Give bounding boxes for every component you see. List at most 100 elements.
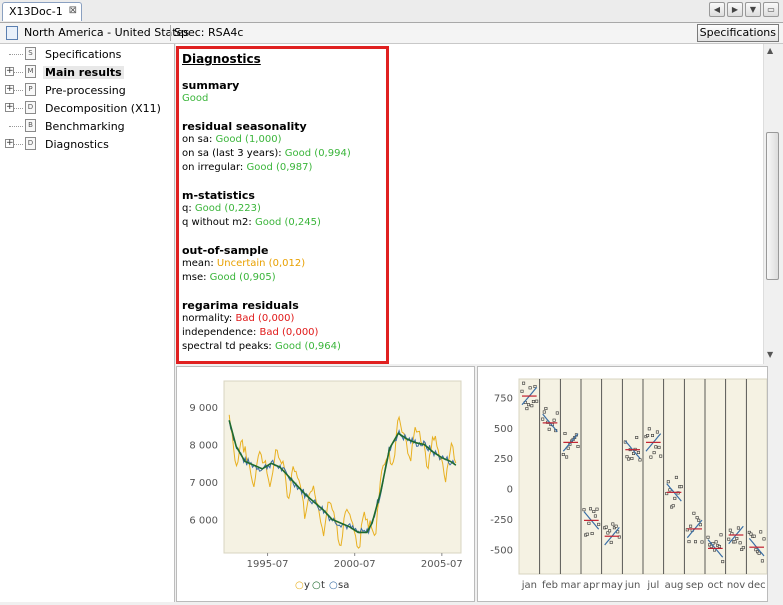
x-tick-label: 2000-07 <box>334 559 376 570</box>
data-point <box>655 430 659 434</box>
data-point <box>555 411 559 415</box>
y-tick-label: 8 000 <box>189 441 218 452</box>
legend-symbol: ○ <box>295 580 304 591</box>
diag-row: mse: Good (0,905) <box>182 271 386 285</box>
diag-value: Good (1,000) <box>215 134 282 145</box>
scroll-right-icon[interactable]: ▶ <box>727 2 743 17</box>
tab-x13doc[interactable]: X13Doc-1 ⊠ <box>2 2 82 21</box>
data-point <box>697 518 701 522</box>
data-point <box>530 404 534 408</box>
data-point <box>674 475 678 479</box>
data-point <box>657 445 661 449</box>
tree-item-label: Decomposition (X11) <box>45 101 161 115</box>
data-point <box>692 511 696 515</box>
y-tick-label: 0 <box>507 485 513 496</box>
y-tick-label: 7 000 <box>189 478 218 489</box>
diagnostics-title: Diagnostics <box>182 52 261 66</box>
tree-item-label: Main results <box>43 65 124 79</box>
data-point <box>609 540 613 544</box>
diag-label: independence: <box>182 327 260 338</box>
restore-icon[interactable]: ▭ <box>763 2 779 17</box>
data-point <box>614 524 618 528</box>
data-point <box>526 403 530 407</box>
x-tick-label: feb <box>542 580 558 591</box>
regarima-residuals-heading: regarima residuals <box>182 299 299 312</box>
scroll-down-icon[interactable]: ▼ <box>767 350 773 359</box>
summary-value: Good <box>182 93 209 104</box>
diag-row: on irregular: Good (0,987) <box>182 161 386 175</box>
diag-value: Uncertain (0,012) <box>216 258 306 269</box>
data-point <box>741 546 745 550</box>
scrollbar-thumb[interactable] <box>766 132 779 280</box>
tree-item-label: Diagnostics <box>45 137 109 151</box>
data-point <box>733 540 737 544</box>
series-icon <box>6 26 18 40</box>
data-point <box>593 514 597 518</box>
y-tick-label: 500 <box>494 424 513 435</box>
data-point <box>590 532 594 536</box>
m-statistics-heading: m-statistics <box>182 189 255 202</box>
out-of-sample-heading: out-of-sample <box>182 244 269 257</box>
data-point <box>585 532 589 536</box>
y-tick-label: -250 <box>490 515 513 526</box>
diagnostics-panel: Diagnostics summary Good residual season… <box>176 44 763 364</box>
tree-connector <box>9 54 23 55</box>
data-point <box>566 446 570 450</box>
expand-icon[interactable]: + <box>5 103 14 112</box>
diag-label: on irregular: <box>182 162 247 173</box>
tab-label: X13Doc-1 <box>9 5 63 18</box>
data-point <box>709 544 713 548</box>
tree-item-label: Specifications <box>45 47 122 61</box>
data-point <box>760 559 764 563</box>
legend-label: t <box>321 580 325 591</box>
diag-row: on sa (last 3 years): Good (0,994) <box>182 147 386 161</box>
tab-menu-icon[interactable]: ▼ <box>745 2 761 17</box>
data-point <box>632 452 636 456</box>
data-point <box>542 410 546 414</box>
scroll-left-icon[interactable]: ◀ <box>709 2 725 17</box>
data-point <box>525 407 529 411</box>
expand-icon[interactable]: + <box>5 85 14 94</box>
spec-name: Spec: RSA4c <box>174 26 244 39</box>
data-point <box>533 384 537 388</box>
data-point <box>547 427 551 431</box>
x-tick-label: may <box>601 580 623 591</box>
specifications-button[interactable]: Specifications <box>696 24 779 42</box>
diag-label: spectral td peaks: <box>182 341 275 352</box>
diag-value: Good (0,905) <box>209 272 276 283</box>
data-point <box>689 524 693 528</box>
tree-connector <box>14 90 23 91</box>
seasonal-chart: -500 -250 0 250 500 750 jan feb mar apr may jun jul a… <box>490 378 767 591</box>
data-point <box>735 537 739 541</box>
y-tick-label: 250 <box>494 454 513 465</box>
data-point <box>587 521 591 525</box>
expand-icon[interactable]: + <box>5 139 14 148</box>
divider <box>170 25 171 41</box>
document-icon: B <box>25 119 36 132</box>
x-tick-label: jan <box>521 580 537 591</box>
document-icon: M <box>25 65 36 78</box>
seasonal-chart-panel: -500 -250 0 250 500 750 jan feb mar apr may jun jul a… <box>477 366 768 602</box>
diag-row: q without m2: Good (0,245) <box>182 216 386 230</box>
scroll-up-icon[interactable]: ▲ <box>767 46 773 55</box>
x-tick-label: jul <box>646 580 659 591</box>
x-tick-label: nov <box>727 580 745 591</box>
data-point <box>679 485 683 489</box>
y-tick-label: 9 000 <box>189 403 218 414</box>
series-info-bar: North America - United States Spec: RSA4… <box>0 23 783 44</box>
expand-icon[interactable]: + <box>5 67 14 76</box>
data-point <box>666 480 670 484</box>
close-icon[interactable]: ⊠ <box>69 5 77 16</box>
data-point <box>659 454 663 458</box>
x-tick-label: sep <box>686 580 704 591</box>
diag-row: mean: Uncertain (0,012) <box>182 257 386 271</box>
x-tick-label: apr <box>583 580 600 591</box>
diagnostics-scrollbar[interactable]: ▲ ▼ <box>763 44 782 364</box>
data-point <box>728 528 732 532</box>
data-point <box>752 534 756 538</box>
legend-label: sa <box>338 580 349 591</box>
data-point <box>563 432 567 436</box>
data-point <box>597 522 601 526</box>
diag-value: Good (0,964) <box>274 341 341 352</box>
document-icon: S <box>25 47 36 60</box>
